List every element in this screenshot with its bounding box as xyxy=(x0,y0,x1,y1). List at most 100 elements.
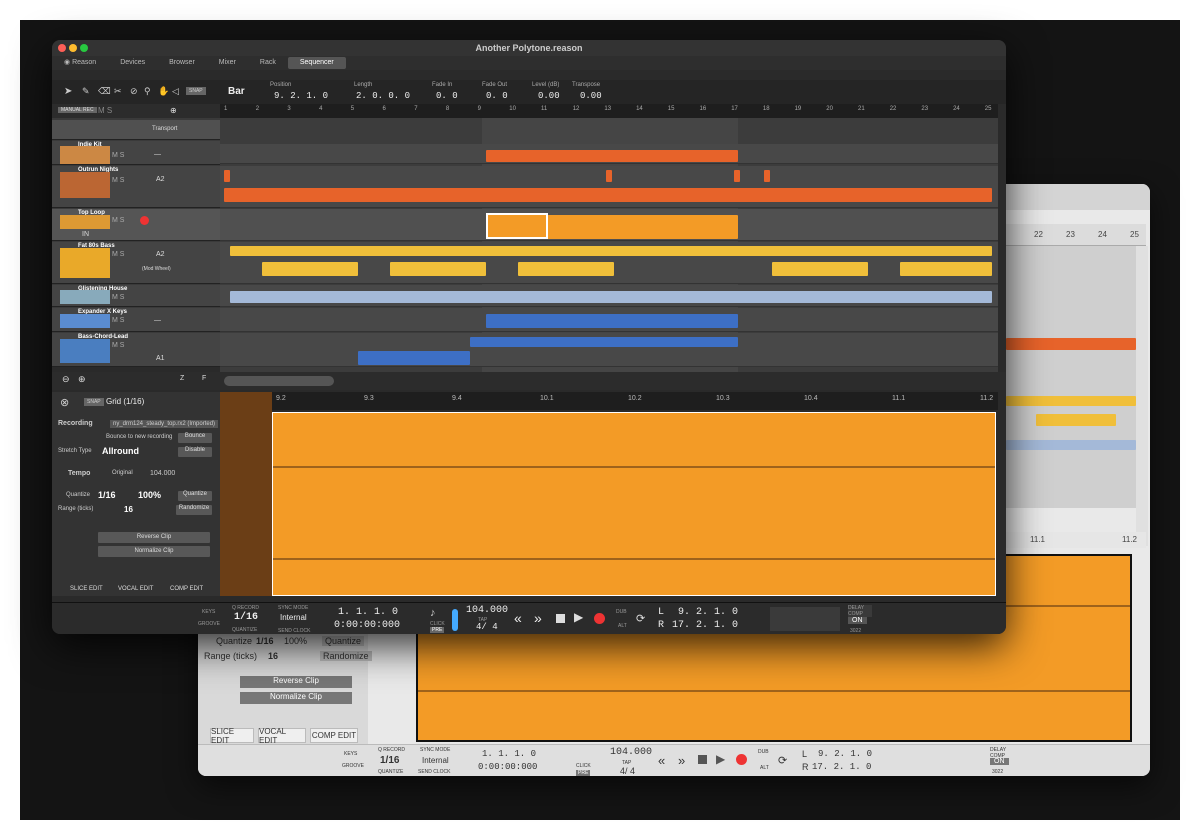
mute-solo[interactable]: M S xyxy=(112,342,124,349)
select-tool-icon[interactable]: ➤ xyxy=(64,86,72,97)
minimize-window-icon[interactable] xyxy=(69,44,77,52)
razor-tool-icon[interactable]: ✂ xyxy=(114,86,122,97)
nav-rack[interactable]: Rack xyxy=(248,57,288,69)
back-keys-label[interactable]: KEYS xyxy=(344,751,357,757)
groove-button[interactable]: GROOVE xyxy=(198,621,220,627)
mute-solo[interactable]: M S xyxy=(112,177,124,184)
back-quantize-pct[interactable]: 100% xyxy=(284,636,307,646)
back-qrecord-value[interactable]: 1/16 xyxy=(380,755,399,766)
back-delay-on[interactable]: ON xyxy=(990,758,1009,765)
back-time[interactable]: 0:00:00:000 xyxy=(478,762,537,772)
back-signature[interactable]: 4/ 4 xyxy=(620,766,635,776)
fast-forward-icon[interactable]: » xyxy=(534,610,542,626)
bar-ruler[interactable]: 1 2 3 4 5 6 7 8 9 10 11 12 13 14 15 16 17 18 19 20 21 22 23 24 2… xyxy=(220,104,998,118)
position-value[interactable]: 9. 2. 1. 0 xyxy=(274,91,328,101)
loop-right-value[interactable]: 17. 2. 1. 0 xyxy=(672,620,738,631)
back-click-label[interactable]: CLICK xyxy=(576,763,591,769)
clip-indie-kit[interactable] xyxy=(486,150,738,162)
play-icon[interactable]: ▶ xyxy=(574,610,583,624)
metronome-icon[interactable]: ♪ xyxy=(430,607,436,619)
back-tempo[interactable]: 104.000 xyxy=(610,747,652,758)
length-value[interactable]: 2. 0. 0. 0 xyxy=(356,91,410,101)
clip-mod-c[interactable] xyxy=(518,262,614,276)
reverse-clip-button[interactable]: Reverse Clip xyxy=(98,532,210,543)
close-editor-icon[interactable]: ⊗ xyxy=(60,396,69,409)
tempo-value[interactable]: 104.000 xyxy=(466,605,508,616)
zoom-window-icon[interactable] xyxy=(80,44,88,52)
nav-browser[interactable]: Browser xyxy=(157,57,207,69)
clip-bcl-a[interactable] xyxy=(470,337,738,347)
track-top-loop[interactable]: Top Loop M S IN xyxy=(52,209,220,241)
nav-sequencer[interactable]: Sequencer xyxy=(287,57,346,69)
back-clip-yellow-2[interactable] xyxy=(1036,414,1116,426)
back-groove-label[interactable]: GROOVE xyxy=(342,763,364,769)
speaker-tool-icon[interactable]: ◁ xyxy=(172,86,179,97)
keys-button[interactable]: KEYS xyxy=(202,609,215,615)
horizontal-scrollbar[interactable] xyxy=(224,376,334,386)
back-send-clock[interactable]: SEND CLOCK xyxy=(418,769,451,775)
clip-outrun-d[interactable] xyxy=(764,170,770,182)
magnify-tool-icon[interactable]: ⚲ xyxy=(144,86,151,97)
clip-mod-a[interactable] xyxy=(262,262,358,276)
snap-button[interactable]: SNAP xyxy=(186,87,206,95)
delay-comp-on[interactable]: ON xyxy=(848,617,867,624)
quantize-value[interactable]: 1/16 xyxy=(98,490,116,500)
back-loop-icon[interactable]: ⟳ xyxy=(778,754,787,767)
clip-mod-d[interactable] xyxy=(772,262,868,276)
back-play-icon[interactable]: ▶ xyxy=(716,752,725,766)
eraser-tool-icon[interactable]: ⌫ xyxy=(98,86,111,97)
fadeout-value[interactable]: 0. 0 xyxy=(486,91,508,101)
back-loop-r[interactable]: 17. 2. 1. 0 xyxy=(812,762,871,772)
back-position[interactable]: 1. 1. 1. 0 xyxy=(482,749,536,759)
back-randomize-button[interactable]: Randomize xyxy=(320,651,372,661)
follow-label[interactable]: F xyxy=(202,375,206,382)
transpose-value[interactable]: 0.00 xyxy=(580,91,602,101)
back-clip-orange[interactable] xyxy=(1006,338,1136,350)
zoom-in-icon[interactable]: ⊕ xyxy=(78,374,86,385)
clip-outrun-a[interactable] xyxy=(224,170,230,182)
back-loop-l[interactable]: 9. 2. 1. 0 xyxy=(818,749,872,759)
back-tab-comp[interactable]: COMP EDIT xyxy=(310,728,358,743)
nav-reason[interactable]: ◉ Reason xyxy=(52,57,108,69)
track-glistening-house[interactable]: Glistening House M S xyxy=(52,285,220,307)
automation-lane-name[interactable]: (Mod Wheel) xyxy=(142,266,171,272)
back-clip-blue[interactable] xyxy=(1006,440,1136,450)
clip-mod-e[interactable] xyxy=(900,262,992,276)
back-forward-icon[interactable]: » xyxy=(678,753,685,768)
nav-mixer[interactable]: Mixer xyxy=(207,57,248,69)
editor-snap-button[interactable]: SNAP xyxy=(84,398,104,406)
track-expander-x-keys[interactable]: Expander X Keys M S — xyxy=(52,308,220,332)
grid-value[interactable]: Grid (1/16) xyxy=(106,397,144,406)
mute-solo[interactable]: M S xyxy=(112,152,124,159)
editor-ruler[interactable]: 9.2 9.3 9.4 10.1 10.2 10.3 10.4 11.1 11.2 xyxy=(272,392,998,410)
zoom-label[interactable]: Z xyxy=(180,375,184,382)
clip-bcl-b[interactable] xyxy=(358,351,470,365)
back-pre-label[interactable]: PRE xyxy=(576,770,591,776)
track-outrun-nights[interactable]: Outrun Nights M S A2 xyxy=(52,166,220,208)
clip-glistening[interactable] xyxy=(230,291,992,303)
lane-name[interactable]: A2 xyxy=(156,176,165,183)
header-mute-solo[interactable]: M S xyxy=(98,106,112,115)
song-time[interactable]: 0:00:00:000 xyxy=(334,620,400,631)
mute-tool-icon[interactable]: ⊘ xyxy=(130,86,138,97)
sync-mode-value[interactable]: Internal xyxy=(280,613,307,622)
snap-value[interactable]: Bar xyxy=(228,86,245,97)
back-alt[interactable]: ALT xyxy=(760,765,769,771)
loop-left-value[interactable]: 9. 2. 1. 0 xyxy=(678,607,738,618)
clip-outrun-c[interactable] xyxy=(734,170,740,182)
close-window-icon[interactable] xyxy=(58,44,66,52)
quantize-button[interactable]: Quantize xyxy=(178,491,212,501)
back-normalize-button[interactable]: Normalize Clip xyxy=(240,692,352,704)
audio-clip-editor[interactable] xyxy=(272,412,996,596)
click-level-slider[interactable] xyxy=(452,609,458,631)
clip-bass-notes[interactable] xyxy=(230,246,992,256)
clip-outrun-long[interactable] xyxy=(224,188,992,202)
input-label[interactable]: IN xyxy=(82,231,89,238)
clip-expander[interactable] xyxy=(486,314,738,328)
lane-name[interactable]: — xyxy=(154,317,161,324)
normalize-clip-button[interactable]: Normalize Clip xyxy=(98,546,210,557)
clip-outrun-b[interactable] xyxy=(606,170,612,182)
fadein-value[interactable]: 0. 0 xyxy=(436,91,458,101)
lane-name[interactable]: — xyxy=(154,151,161,158)
range-value[interactable]: 16 xyxy=(124,505,133,514)
